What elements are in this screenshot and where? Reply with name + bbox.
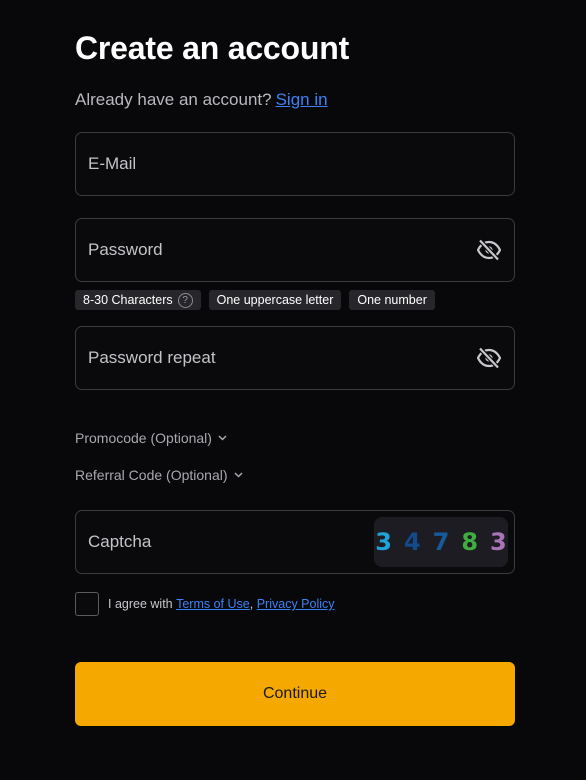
help-icon[interactable]: ? [177, 292, 193, 308]
page-title: Create an account [75, 30, 350, 66]
captcha-digit: 3 [375, 528, 392, 556]
signin-row: Already have an account? Sign in [75, 90, 328, 110]
captcha-digit: 3 [490, 528, 507, 556]
continue-button[interactable]: Continue [75, 662, 515, 726]
eye-off-icon[interactable] [477, 239, 501, 261]
signin-link[interactable]: Sign in [276, 90, 328, 109]
captcha-field[interactable]: 3 4 7 8 3 [75, 510, 515, 574]
requirement-number-label: One number [357, 293, 427, 307]
captcha-image: 3 4 7 8 3 [374, 517, 508, 567]
password-field[interactable] [75, 218, 515, 282]
privacy-link[interactable]: Privacy Policy [257, 597, 335, 611]
terms-link[interactable]: Terms of Use [176, 597, 250, 611]
password-repeat-field[interactable] [75, 326, 515, 390]
referral-label: Referral Code (Optional) [75, 467, 228, 483]
chevron-down-icon [233, 472, 243, 478]
referral-toggle[interactable]: Referral Code (Optional) [75, 467, 243, 483]
requirement-uppercase-label: One uppercase letter [216, 293, 334, 307]
agree-checkbox[interactable] [75, 592, 99, 616]
requirement-uppercase: One uppercase letter [208, 290, 342, 310]
email-input[interactable] [88, 133, 448, 195]
agree-prefix: I agree with [108, 597, 173, 611]
promocode-toggle[interactable]: Promocode (Optional) [75, 430, 227, 446]
captcha-digit: 7 [432, 528, 450, 556]
password-repeat-input[interactable] [88, 327, 448, 389]
email-field[interactable] [75, 132, 515, 196]
captcha-digit: 8 [461, 528, 479, 556]
password-input[interactable] [88, 219, 448, 281]
requirement-length-label: 8-30 Characters [83, 293, 173, 307]
requirement-number: One number [349, 290, 435, 310]
captcha-digit: 4 [403, 528, 421, 556]
requirement-length: 8-30 Characters? [75, 290, 201, 310]
chevron-down-icon [218, 435, 227, 441]
password-requirements: 8-30 Characters? One uppercase letter On… [75, 290, 435, 310]
signin-prompt: Already have an account? [75, 90, 272, 109]
eye-off-icon[interactable] [477, 347, 501, 369]
agreement-row: I agree with Terms of Use, Privacy Polic… [75, 592, 335, 616]
agree-separator: , [249, 597, 254, 611]
promocode-label: Promocode (Optional) [75, 430, 212, 446]
